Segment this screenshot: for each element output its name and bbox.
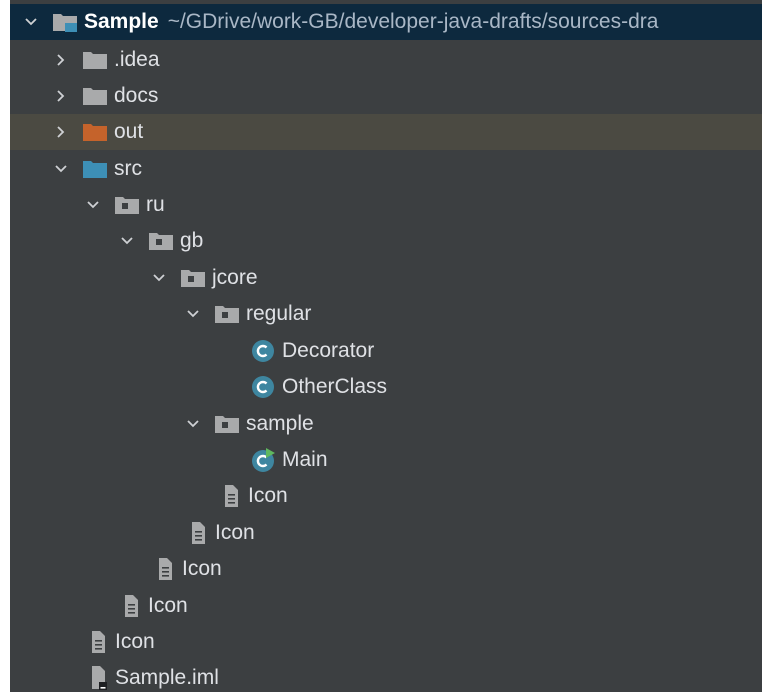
tree-row-sample-iml[interactable]: Sample.iml <box>10 660 762 692</box>
java-class-icon <box>250 338 276 364</box>
java-main-class-icon <box>250 447 276 473</box>
chevron-down-icon[interactable] <box>186 307 200 321</box>
tree-label-icon: Icon <box>115 630 155 653</box>
package-icon <box>180 268 206 288</box>
chevron-down-icon[interactable] <box>86 198 100 212</box>
package-icon <box>148 231 174 251</box>
project-tree-panel: Sample ~/GDrive/work-GB/developer-java-d… <box>10 0 762 692</box>
chevron-right-icon[interactable] <box>54 125 68 139</box>
package-icon <box>114 195 140 215</box>
project-path: ~/GDrive/work-GB/developer-java-drafts/s… <box>167 10 659 33</box>
tree-row-icon-ru-level[interactable]: Icon <box>10 551 762 587</box>
file-icon <box>87 630 109 654</box>
tree-row-icon-gb-level[interactable]: Icon <box>10 515 762 551</box>
tree-label-sample-iml: Sample.iml <box>115 666 219 689</box>
tree-row-docs[interactable]: docs <box>10 78 762 114</box>
tree-label-gb: gb <box>180 229 204 252</box>
chevron-down-icon[interactable] <box>54 162 68 176</box>
chevron-down-icon[interactable] <box>186 417 200 431</box>
tree-row-decorator[interactable]: Decorator <box>10 333 762 369</box>
tree-row-sample[interactable]: sample <box>10 406 762 442</box>
tree-row-icon-src-level[interactable]: Icon <box>10 588 762 624</box>
folder-icon <box>82 50 108 70</box>
tree-label-main: Main <box>282 448 328 471</box>
tree-row-main[interactable]: Main <box>10 442 762 478</box>
tree-label-icon: Icon <box>248 484 288 507</box>
file-icon <box>187 521 209 545</box>
file-icon <box>220 484 242 508</box>
tree-row-otherclass[interactable]: OtherClass <box>10 369 762 405</box>
folder-icon <box>82 86 108 106</box>
tree-label-decorator: Decorator <box>282 339 375 362</box>
project-folder-icon <box>52 11 78 33</box>
tree-row-regular[interactable]: regular <box>10 296 762 332</box>
package-icon <box>214 304 240 324</box>
java-class-icon <box>250 374 276 400</box>
chevron-down-icon[interactable] <box>152 271 166 285</box>
chevron-right-icon[interactable] <box>54 53 68 67</box>
file-icon <box>120 594 142 618</box>
project-name: Sample <box>84 10 159 33</box>
tree-row-icon-jcore-level[interactable]: Icon <box>10 478 762 514</box>
tree-label-regular: regular <box>246 302 312 325</box>
tree-row-out[interactable]: out <box>10 114 762 150</box>
tree-label-jcore: jcore <box>212 266 258 289</box>
source-folder-icon <box>82 159 108 179</box>
tree-label-icon: Icon <box>215 521 255 544</box>
tree-label-icon: Icon <box>148 594 188 617</box>
tree-label-docs: docs <box>114 84 159 107</box>
tree-row-jcore[interactable]: jcore <box>10 260 762 296</box>
tree-row-icon-root-level[interactable]: Icon <box>10 624 762 660</box>
tree-row-src[interactable]: src <box>10 151 762 187</box>
tree-label-ru: ru <box>146 193 165 216</box>
file-icon <box>154 557 176 581</box>
excluded-folder-icon <box>82 122 108 142</box>
tree-row-gb[interactable]: gb <box>10 223 762 259</box>
chevron-down-icon[interactable] <box>24 15 38 29</box>
tree-label-icon: Icon <box>182 557 222 580</box>
module-file-icon <box>87 665 109 691</box>
tree-row-project-root[interactable]: Sample ~/GDrive/work-GB/developer-java-d… <box>10 4 762 40</box>
tree-label-out: out <box>114 120 144 143</box>
tree-label-src: src <box>114 157 142 180</box>
tree-label-otherclass: OtherClass <box>282 375 388 398</box>
package-icon <box>214 414 240 434</box>
tree-label-idea: .idea <box>114 48 160 71</box>
chevron-down-icon[interactable] <box>120 234 134 248</box>
tree-row-ru[interactable]: ru <box>10 187 762 223</box>
tree-row-idea[interactable]: .idea <box>10 42 762 78</box>
tree-label-sample: sample <box>246 412 314 435</box>
chevron-right-icon[interactable] <box>54 89 68 103</box>
